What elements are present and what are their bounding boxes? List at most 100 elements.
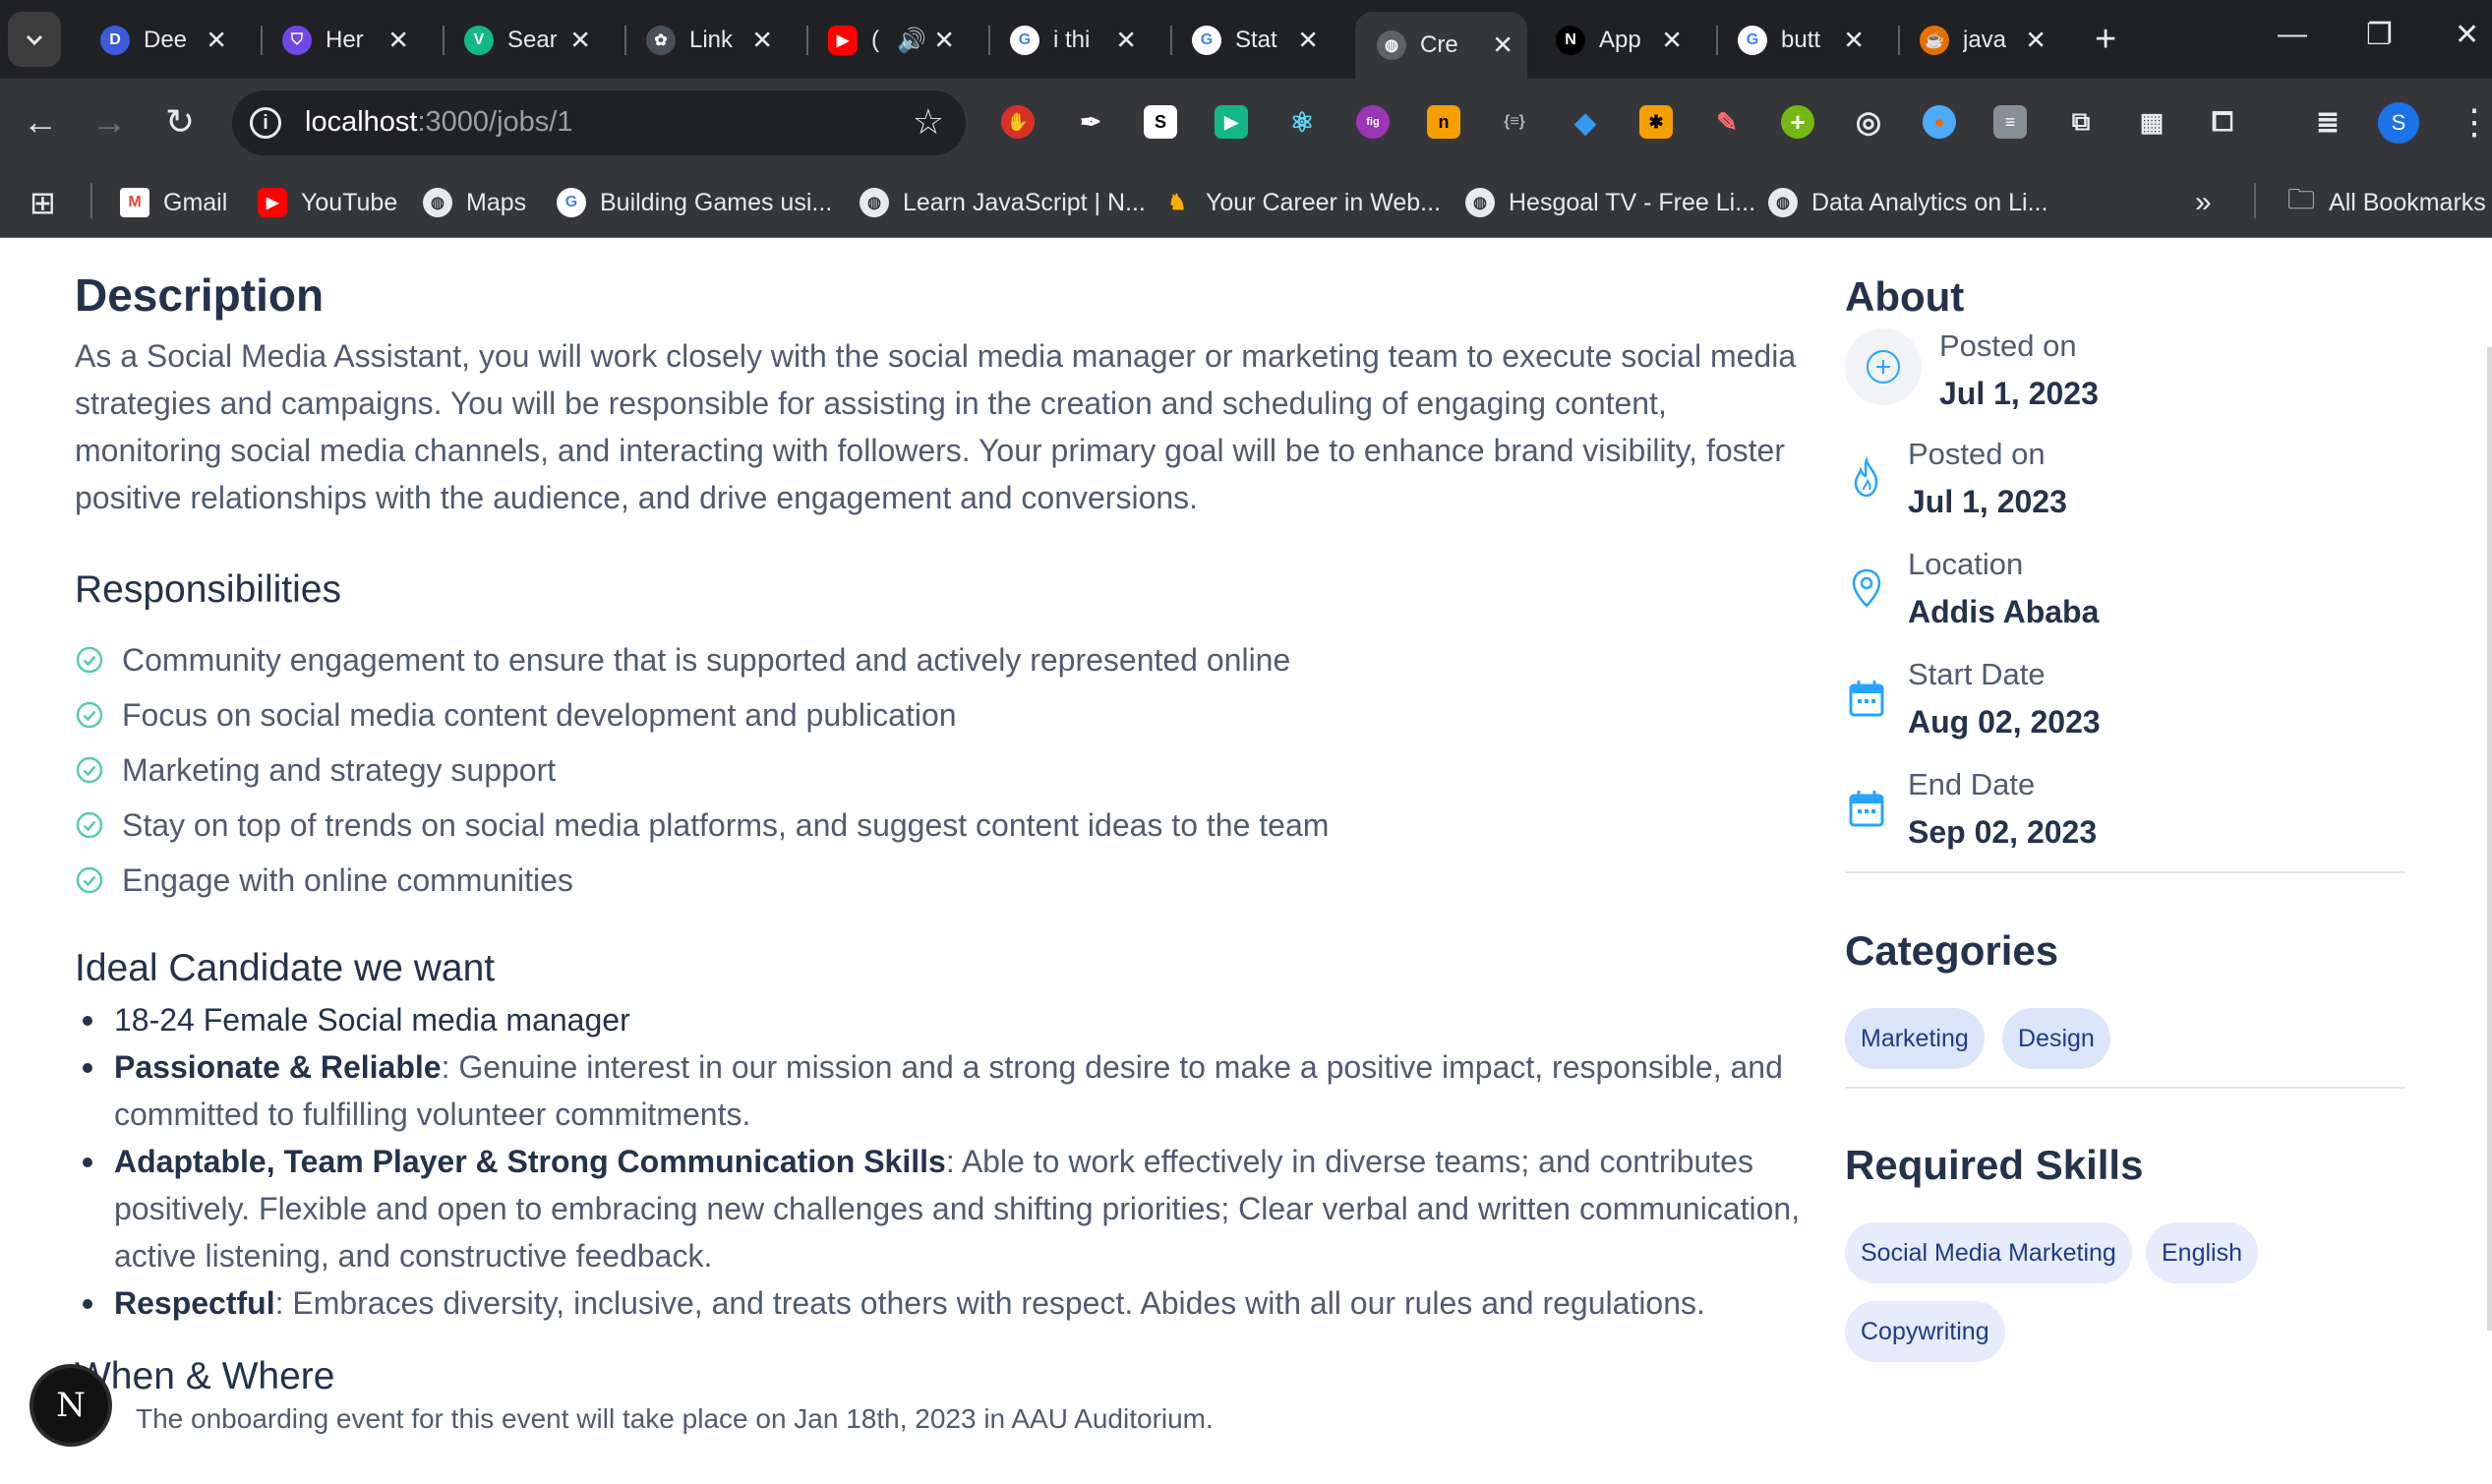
when-where-title: When & Where — [75, 1355, 335, 1397]
list-item: Respectful: Embraces diversity, inclusiv… — [75, 1279, 1806, 1327]
about-posted-on-2: Posted on Jul 1, 2023 — [1845, 431, 2067, 525]
java-icon: ☕ — [1920, 26, 1949, 55]
notes-extension-icon[interactable]: n — [1427, 105, 1460, 139]
close-window-icon[interactable]: ✕ — [2455, 18, 2479, 52]
play-extension-icon[interactable]: ▶ — [1215, 105, 1248, 139]
bookmark-star-icon[interactable]: ☆ — [913, 101, 944, 143]
shield-icon: ⛉ — [282, 26, 312, 55]
close-icon[interactable]: ✕ — [1843, 26, 1865, 56]
skill-chip-copywriting[interactable]: Copywriting — [1845, 1301, 2005, 1362]
scrollbar[interactable] — [2486, 239, 2492, 1484]
brave-extension-icon[interactable]: ● — [1923, 105, 1956, 139]
screenshot-extension-icon[interactable]: ⧉ — [2064, 105, 2098, 139]
skill-chip-social-media-marketing[interactable]: Social Media Marketing — [1845, 1222, 2132, 1283]
scrollbar-thumb[interactable] — [2487, 347, 2492, 1331]
tab-link[interactable]: ✿ Link ✕ — [624, 10, 787, 71]
close-icon[interactable]: ✕ — [206, 26, 227, 56]
all-bookmarks-button[interactable]: 🗀 All Bookmarks — [2287, 181, 2486, 224]
speaker-icon[interactable]: 🔊 — [897, 27, 926, 55]
check-circle-icon — [76, 811, 103, 839]
web-to-figma-icon[interactable]: fig — [1356, 105, 1390, 139]
tab-google-1[interactable]: G i thi ✕ — [988, 10, 1151, 71]
react-devtools-icon[interactable]: ⚛ — [1285, 105, 1319, 139]
globe-icon: ◍ — [1377, 30, 1406, 60]
nextjs-icon: N — [1556, 26, 1585, 55]
location-pin-icon — [1845, 566, 1888, 610]
back-button[interactable]: ← — [16, 100, 65, 144]
new-tab-button[interactable]: + — [2095, 21, 2116, 58]
info-icon[interactable]: i — [250, 107, 281, 139]
skill-chip-english[interactable]: English — [2146, 1222, 2258, 1283]
restore-icon[interactable]: ❐ — [2366, 18, 2393, 52]
tab-active[interactable]: ◍ Cre ✕ — [1355, 12, 1527, 79]
json-extension-icon[interactable]: {≡} — [1498, 105, 1531, 139]
close-icon[interactable]: ✕ — [2025, 26, 2047, 56]
tab-hero[interactable]: ⛉ Her ✕ — [261, 10, 423, 71]
eyedropper-extension-icon[interactable]: ✒ — [1074, 105, 1107, 139]
list-item: 18-24 Female Social media manager — [75, 996, 1806, 1043]
forward-button[interactable]: → — [85, 100, 134, 144]
bookmark-youtube[interactable]: ▶ YouTube — [258, 181, 397, 224]
close-icon[interactable]: ✕ — [1492, 30, 1513, 61]
check-circle-icon — [76, 701, 103, 729]
category-chip-marketing[interactable]: Marketing — [1845, 1008, 1985, 1069]
tab-google-3[interactable]: G butt ✕ — [1716, 10, 1878, 71]
close-icon[interactable]: ✕ — [1661, 26, 1683, 56]
profile-avatar[interactable]: S — [2378, 102, 2419, 144]
responsibilities-title: Responsibilities — [75, 568, 341, 611]
tab-search-button[interactable] — [8, 12, 61, 67]
check-circle-icon — [76, 646, 103, 674]
description-title: Description — [75, 269, 325, 321]
more-bookmarks-chevron-icon[interactable]: » — [2195, 181, 2212, 224]
reload-button[interactable]: ↻ — [155, 100, 205, 144]
globe-icon: ◍ — [423, 188, 452, 217]
menu-kebab-icon[interactable]: ⋮ — [2457, 102, 2492, 142]
address-bar[interactable]: i localhost:3000/jobs/1 ☆ — [232, 90, 966, 155]
target-extension-icon[interactable]: ◎ — [1852, 105, 1885, 139]
gem-extension-icon[interactable]: ◆ — [1569, 105, 1602, 139]
close-icon[interactable]: ✕ — [933, 26, 955, 56]
pen-extension-icon[interactable]: ✎ — [1710, 105, 1744, 139]
close-icon[interactable]: ✕ — [569, 26, 591, 56]
viking-icon: ♞ — [1162, 188, 1192, 217]
bookmark-hesgoal[interactable]: ◍ Hesgoal TV - Free Li... — [1465, 181, 1755, 224]
qr-code-icon[interactable]: ▦ — [2135, 105, 2168, 139]
when-where-row: The onboarding event for this event will… — [75, 1399, 1214, 1439]
s-extension-icon[interactable]: S — [1144, 105, 1177, 139]
categories-title: Categories — [1845, 927, 2059, 974]
list-item: Marketing and strategy support — [75, 742, 1806, 798]
close-icon[interactable]: ✕ — [387, 26, 409, 56]
browser-toolbar: ← → ↻ i localhost:3000/jobs/1 ☆ ✋ ✒ S ▶ … — [0, 79, 2492, 167]
bookmark-data-analytics[interactable]: ◍ Data Analytics on Li... — [1768, 181, 2047, 224]
tab-google-2[interactable]: G Stat ✕ — [1170, 10, 1333, 71]
apps-grid-icon[interactable]: ⊞ — [30, 181, 56, 224]
tab-youtube[interactable]: ▶ ( 🔊 ✕ — [806, 10, 969, 71]
tab-search[interactable]: V Sear ✕ — [443, 10, 605, 71]
close-icon[interactable]: ✕ — [1297, 26, 1319, 56]
media-control-icon[interactable]: ≣ — [2311, 105, 2344, 139]
tab-deepl[interactable]: D Dee ✕ — [79, 10, 241, 71]
bookmark-maps[interactable]: ◍ Maps — [423, 181, 526, 224]
url-text[interactable]: localhost:3000/jobs/1 — [305, 106, 572, 139]
bookmark-your-career[interactable]: ♞ Your Career in Web... — [1162, 181, 1441, 224]
honey-extension-icon[interactable]: ✱ — [1639, 105, 1673, 139]
tab-java[interactable]: ☕ java ✕ — [1898, 10, 2060, 71]
minimize-icon[interactable]: — — [2278, 18, 2307, 51]
extensions-puzzle-icon[interactable]: ⧠ — [2206, 105, 2239, 139]
bookmark-gmail[interactable]: M Gmail — [120, 181, 227, 224]
bookmark-building-games[interactable]: G Building Games usi... — [557, 181, 832, 224]
nextjs-devtools-button[interactable]: N — [33, 1368, 108, 1443]
category-chip-design[interactable]: Design — [2002, 1008, 2110, 1069]
chevron-down-icon — [26, 34, 43, 46]
list-item: Focus on social media content developmen… — [75, 687, 1806, 742]
stack-extension-icon[interactable]: ≡ — [1993, 105, 2027, 139]
tab-strip: D Dee ✕ ⛉ Her ✕ V Sear ✕ ✿ Link ✕ ▶ ( 🔊 … — [0, 0, 2492, 79]
add-extension-icon[interactable]: + — [1781, 105, 1814, 139]
close-icon[interactable]: ✕ — [1115, 26, 1137, 56]
list-item: Adaptable, Team Player & Strong Communic… — [75, 1138, 1806, 1279]
calendar-icon — [1845, 677, 1888, 720]
adblock-extension-icon[interactable]: ✋ — [1001, 105, 1035, 139]
close-icon[interactable]: ✕ — [751, 26, 773, 56]
bookmark-learn-javascript[interactable]: ◍ Learn JavaScript | N... — [860, 181, 1146, 224]
tab-app[interactable]: N App ✕ — [1534, 10, 1696, 71]
